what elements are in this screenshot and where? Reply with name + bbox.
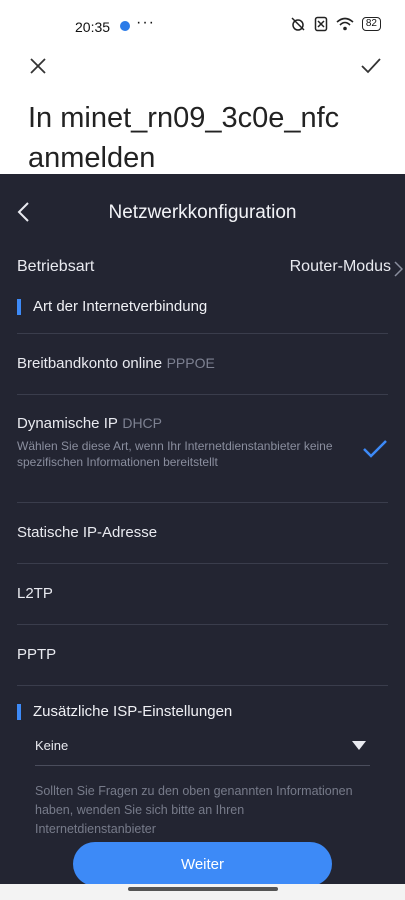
option-label: Dynamische IP (17, 415, 118, 432)
divider (17, 624, 388, 625)
page-title: In minet_rn09_3c0e_nfc anmelden (28, 102, 340, 174)
section-accent-bar (17, 703, 21, 720)
connection-type-heading: Art der Internetverbindung (33, 298, 208, 315)
close-icon (30, 58, 46, 74)
wifi-icon (336, 17, 354, 31)
home-indicator[interactable] (128, 887, 278, 891)
divider (17, 685, 388, 686)
option-label: Breitbandkonto online (17, 355, 163, 372)
panel-title: Netzwerkkonfiguration (108, 202, 297, 223)
divider (17, 394, 388, 395)
option-label: L2TP (17, 585, 53, 602)
isp-select-value: Keine (35, 738, 69, 753)
status-icons: 82 (290, 16, 381, 32)
close-button[interactable] (24, 52, 52, 80)
option-dhcp[interactable]: Dynamische IP DHCP Wählen Sie diese Art,… (17, 415, 388, 470)
divider (17, 502, 388, 503)
sim-off-icon (314, 16, 328, 32)
isp-settings-heading: Zusätzliche ISP-Einstellungen (33, 703, 233, 720)
status-bar: 20:35 ··· 82 (0, 0, 405, 52)
option-label: PPTP (17, 646, 57, 663)
option-pppoe[interactable]: Breitbandkonto online PPPOE (17, 355, 388, 373)
divider (17, 563, 388, 564)
app-indicator-icon (120, 21, 130, 31)
option-static-ip[interactable]: Statische IP-Adresse (17, 524, 388, 542)
isp-note: Sollten Sie Fragen zu den oben genannten… (35, 784, 353, 836)
alarm-off-icon (291, 17, 305, 31)
isp-select[interactable]: Keine (35, 737, 370, 763)
battery-icon: 82 (361, 17, 381, 31)
option-pptp[interactable]: PPTP (17, 646, 388, 664)
divider (17, 333, 388, 334)
operating-mode-label: Betriebsart (17, 258, 95, 275)
option-sub: DHCP (122, 415, 162, 431)
dropdown-triangle-icon (352, 741, 366, 750)
status-time: 20:35 (75, 19, 111, 35)
check-icon (361, 58, 381, 74)
top-bar (0, 52, 405, 92)
option-description: Wählen Sie diese Art, wenn Ihr Internetd… (17, 439, 333, 469)
option-sub: PPPOE (166, 355, 215, 371)
network-config-panel: Netzwerkkonfiguration Betriebsart Router… (0, 174, 405, 886)
confirm-button[interactable] (357, 52, 385, 80)
option-l2tp[interactable]: L2TP (17, 585, 388, 603)
connection-type-section: Art der Internetverbindung (17, 298, 388, 315)
option-label: Statische IP-Adresse (17, 524, 158, 541)
isp-settings-section: Zusätzliche ISP-Einstellungen (17, 703, 388, 720)
more-notifications-icon: ··· (136, 14, 155, 31)
chevron-right-icon (394, 261, 403, 277)
selected-check-icon (363, 440, 387, 458)
next-button[interactable]: Weiter (73, 842, 332, 886)
section-accent-bar (17, 298, 21, 315)
operating-mode-row[interactable]: Betriebsart Router-Modus (17, 258, 405, 280)
operating-mode-value: Router-Modus (289, 258, 391, 275)
select-underline (35, 765, 370, 766)
